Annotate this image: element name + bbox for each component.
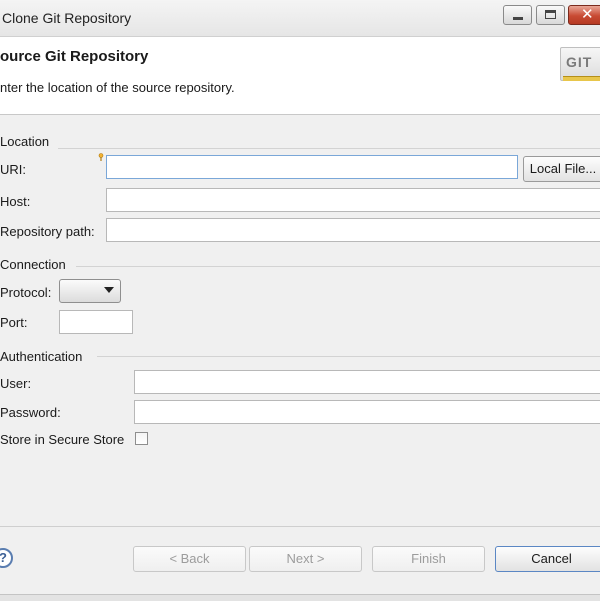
page-description: nter the location of the source reposito… (0, 80, 235, 95)
required-field-icon (98, 153, 104, 161)
git-logo-text: GIT (566, 54, 593, 70)
store-secure-checkbox[interactable] (135, 432, 148, 445)
protocol-label: Protocol: (0, 285, 52, 300)
local-file-button[interactable]: Local File... (523, 156, 600, 182)
host-input[interactable] (106, 188, 600, 212)
maximize-button[interactable] (536, 5, 565, 25)
uri-input[interactable] (106, 155, 518, 179)
password-label: Password: (0, 405, 61, 420)
host-label: Host: (0, 194, 31, 209)
authentication-group-label: Authentication (0, 349, 83, 364)
authentication-group-divider (97, 356, 600, 357)
close-button[interactable]: ✕ (568, 5, 600, 25)
protocol-select[interactable] (59, 279, 121, 303)
title-bar: Clone Git Repository ✕ (0, 0, 600, 37)
finish-button[interactable]: Finish (372, 546, 485, 572)
wizard-banner: ource Git Repository nter the location o… (0, 37, 600, 115)
repository-path-label: Repository path: (0, 224, 95, 239)
git-logo-icon: GIT (560, 47, 600, 81)
close-icon: ✕ (581, 6, 594, 23)
git-logo-bar (563, 76, 600, 81)
location-group-label: Location (0, 134, 50, 149)
maximize-icon (545, 10, 556, 19)
port-input[interactable] (59, 310, 133, 334)
connection-group-label: Connection (0, 257, 66, 272)
footer-divider (0, 526, 600, 527)
user-label: User: (0, 376, 32, 391)
chevron-down-icon (104, 287, 114, 293)
password-input[interactable] (134, 400, 600, 424)
connection-group-divider (76, 266, 600, 267)
back-button[interactable]: < Back (133, 546, 246, 572)
cancel-button[interactable]: Cancel (495, 546, 600, 572)
user-input[interactable] (134, 370, 600, 394)
store-secure-label: Store in Secure Store (0, 432, 125, 447)
minimize-icon (513, 17, 523, 20)
page-title: ource Git Repository (0, 48, 149, 65)
port-label: Port: (0, 315, 28, 330)
help-icon[interactable]: ? (0, 548, 13, 568)
location-group-divider (58, 148, 600, 149)
window-title: Clone Git Repository (2, 10, 132, 26)
repository-path-input[interactable] (106, 218, 600, 242)
uri-label: URI: (0, 162, 26, 177)
minimize-button[interactable] (503, 5, 532, 25)
next-button[interactable]: Next > (249, 546, 362, 572)
